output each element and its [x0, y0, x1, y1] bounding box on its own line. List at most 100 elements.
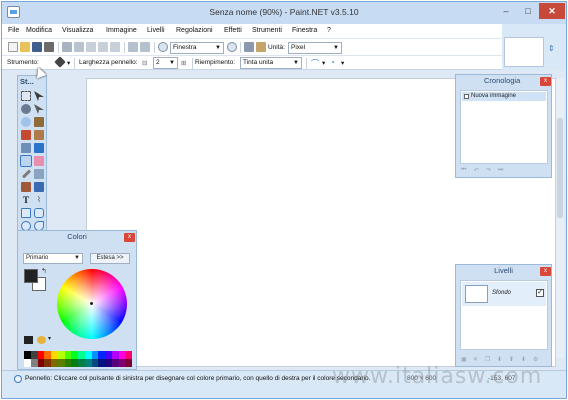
chevron-down-icon[interactable]: ▾ [48, 335, 51, 342]
line-curve-icon[interactable]: ⌇ [34, 195, 44, 205]
blend-mode-icon[interactable]: ◔ [330, 58, 335, 67]
toolbar-separator [192, 58, 193, 69]
palette-menu-icon[interactable] [37, 336, 46, 344]
toolbar-separator [124, 42, 125, 53]
history-list: Nuova immagine [460, 90, 548, 164]
lasso-icon[interactable] [21, 104, 31, 114]
new-icon[interactable] [8, 42, 18, 52]
zoom-mode-select[interactable]: Finestra ▼ [170, 42, 224, 54]
rect-select-icon[interactable] [21, 91, 31, 101]
title-bar: Senza nome (90%) - Paint.NET v3.5.10 – □… [2, 2, 566, 24]
color-palette-row-1[interactable] [24, 351, 132, 359]
history-item-label: Nuova immagine [471, 93, 517, 99]
color-palette-row-2[interactable] [24, 359, 132, 367]
minimize-button[interactable]: – [495, 3, 517, 19]
toolbar-separator [306, 58, 307, 69]
fill-select[interactable]: Tinta unita ▼ [240, 57, 302, 69]
units-select[interactable]: Pixel ▼ [288, 42, 342, 54]
gradient-icon[interactable] [34, 143, 44, 153]
copy-icon[interactable] [74, 42, 84, 52]
menu-strumenti[interactable]: Strumenti [252, 27, 282, 34]
history-rewind-icon[interactable]: ⏮ [461, 167, 466, 174]
ellipse-select-icon[interactable] [21, 117, 31, 127]
paint-bucket-icon[interactable] [21, 143, 31, 153]
new-image-icon [464, 94, 469, 99]
paste-icon[interactable] [86, 42, 96, 52]
deselect-icon[interactable] [110, 42, 120, 52]
save-icon[interactable] [32, 42, 42, 52]
image-thumbnail[interactable] [504, 37, 544, 67]
open-icon[interactable] [20, 42, 30, 52]
default-colors-icon[interactable] [24, 336, 33, 344]
ruler-icon[interactable] [256, 42, 266, 52]
magic-wand-icon[interactable] [34, 117, 44, 127]
recolor-icon[interactable] [34, 182, 44, 192]
history-close-button[interactable]: x [540, 77, 551, 86]
clone-stamp-icon[interactable] [21, 182, 31, 192]
history-redo-icon[interactable]: ↷ [486, 167, 491, 174]
zoom-in-icon[interactable] [227, 42, 237, 52]
brush-width-input[interactable]: 2 ▼ [153, 57, 178, 69]
undo-icon[interactable] [128, 42, 138, 52]
history-item[interactable]: Nuova immagine [462, 92, 546, 101]
swap-colors-icon[interactable]: ↰ [41, 267, 47, 275]
primary-color-swatch[interactable] [24, 269, 38, 283]
decrease-icon[interactable]: ⊟ [142, 59, 147, 67]
rounded-rectangle-icon[interactable] [34, 208, 44, 218]
color-picker-icon[interactable] [34, 169, 44, 179]
scrollbar-thumb[interactable] [557, 118, 563, 218]
text-icon[interactable]: T [21, 195, 31, 205]
cut-icon[interactable] [62, 42, 72, 52]
chevron-down-icon[interactable]: ▾ [322, 59, 325, 67]
pan-icon[interactable] [34, 130, 44, 140]
move-layer-up-icon[interactable]: ⬆ [509, 356, 514, 363]
history-fastforward-icon[interactable]: ⏭ [498, 167, 503, 174]
paintbrush-icon[interactable] [54, 56, 66, 68]
menu-regolazioni[interactable]: Regolazioni [176, 27, 213, 34]
zoom-icon[interactable] [21, 130, 31, 140]
delete-layer-icon[interactable]: ✕ [473, 356, 478, 363]
menu-immagine[interactable]: Immagine [106, 27, 137, 34]
rectangle-icon[interactable] [21, 208, 31, 218]
menu-finestra[interactable]: Finestra [292, 27, 317, 34]
chevron-down-icon[interactable]: ▾ [67, 59, 70, 67]
paintbrush-icon[interactable] [20, 155, 32, 167]
menu-help[interactable]: ? [327, 27, 331, 34]
close-button[interactable]: ✕ [539, 3, 565, 19]
grid-icon[interactable] [244, 42, 254, 52]
vertical-scrollbar[interactable] [556, 78, 564, 358]
layer-properties-icon[interactable]: ⚙ [533, 356, 538, 363]
layer-visibility-checkbox[interactable]: ✓ [536, 289, 544, 297]
duplicate-layer-icon[interactable]: ❐ [485, 356, 490, 363]
pencil-icon[interactable] [21, 169, 32, 179]
move-selection-icon[interactable] [34, 91, 44, 101]
menu-file[interactable]: File [8, 27, 19, 34]
move-icon[interactable] [34, 104, 44, 114]
color-mode-select[interactable]: Primario ▼ [23, 253, 83, 264]
chevron-down-icon[interactable]: ⇕ [548, 44, 555, 53]
redo-icon[interactable] [140, 42, 150, 52]
antialias-icon[interactable]: ⌒ [311, 58, 319, 69]
layers-panel-title: Livelli [494, 266, 513, 275]
eraser-icon[interactable] [34, 156, 44, 166]
history-undo-icon[interactable]: ↶ [474, 167, 479, 174]
merge-layer-icon[interactable]: ⬇ [497, 356, 502, 363]
menu-livelli[interactable]: Livelli [147, 27, 165, 34]
add-layer-icon[interactable]: ▣ [461, 356, 467, 363]
chevron-down-icon[interactable]: ▾ [341, 59, 344, 67]
print-icon[interactable] [44, 42, 54, 52]
maximize-button[interactable]: □ [517, 3, 539, 19]
colors-close-button[interactable]: x [124, 233, 135, 242]
menu-modifica[interactable]: Modifica [26, 27, 52, 34]
layers-close-button[interactable]: x [540, 267, 551, 276]
menu-visualizza[interactable]: Visualizza [62, 27, 93, 34]
crop-icon[interactable] [98, 42, 108, 52]
increase-icon[interactable]: ⊞ [181, 59, 186, 67]
layer-row[interactable]: Sfondo ✓ [462, 282, 546, 306]
chevron-down-icon: ▼ [74, 255, 80, 261]
extend-colors-button[interactable]: Estesa >> [90, 253, 130, 264]
move-layer-down-icon[interactable]: ⬇ [521, 356, 526, 363]
zoom-out-icon[interactable] [158, 42, 168, 52]
zoom-mode-value: Finestra [173, 44, 197, 51]
menu-effetti[interactable]: Effetti [224, 27, 242, 34]
